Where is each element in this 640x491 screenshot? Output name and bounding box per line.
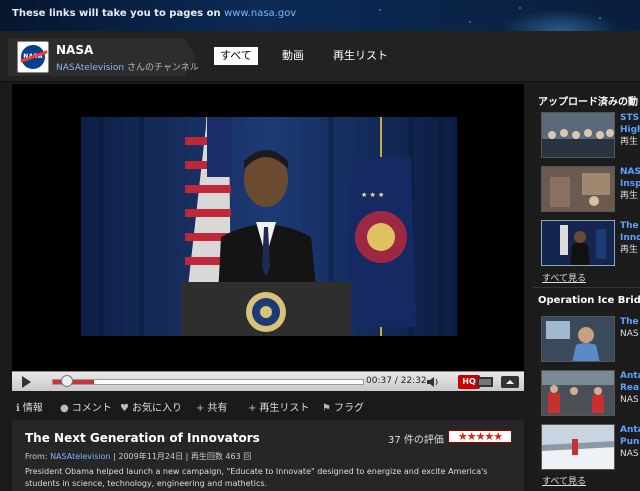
video-info-panel: The Next Generation of Innovators 37 件の評…	[12, 420, 524, 491]
heart-icon: ♥	[120, 403, 129, 414]
uploads-see-all-link[interactable]: すべて見る	[542, 271, 586, 284]
tab-all[interactable]: すべて	[214, 47, 258, 65]
flag-icon: ⚑	[322, 403, 331, 414]
screen-size-icon	[477, 377, 493, 387]
thumbnail-image	[542, 167, 614, 211]
channel-name[interactable]: NASA	[56, 43, 93, 57]
icebridge-see-all-link[interactable]: すべて見る	[542, 474, 586, 487]
channel-user-link[interactable]: NASAtelevision	[56, 63, 124, 73]
play-icon	[22, 376, 31, 388]
icebridge-thumb-2[interactable]	[541, 370, 615, 416]
uploads-thumb-3[interactable]	[541, 220, 615, 266]
uploads-label-3[interactable]: The Inno 再生	[620, 220, 640, 256]
window-size-button[interactable]	[474, 375, 496, 389]
uploads-thumb-1[interactable]	[541, 112, 615, 158]
video-title: The Next Generation of Innovators	[25, 431, 260, 445]
tab-playlists[interactable]: 再生リスト	[327, 47, 394, 65]
progress-bar[interactable]	[52, 379, 364, 385]
banner-text: These links will take you to pages on ww…	[12, 8, 297, 19]
thumbnail-image	[542, 221, 614, 265]
top-banner: These links will take you to pages on ww…	[0, 0, 640, 31]
plus-icon: +	[248, 403, 257, 414]
icebridge-thumb-3[interactable]	[541, 424, 615, 470]
icebridge-label-3[interactable]: AntaPunNAS	[620, 424, 640, 460]
playlist-tab[interactable]: + 再生リスト	[248, 399, 309, 414]
uploads-label-2[interactable]: NAS Insp 再生	[620, 166, 640, 202]
icebridge-thumb-1[interactable]	[541, 316, 615, 362]
speaker-icon	[427, 377, 438, 387]
star-rating[interactable]: ★★★★★	[448, 430, 512, 443]
banner-url-link[interactable]: www.nasa.gov	[224, 8, 296, 19]
thumbnail-image	[542, 371, 614, 415]
time-display: 00:37 / 22:32	[366, 376, 427, 386]
sidebar: アップロード済みの動 STSHigh再生 NASInsp再生 TheInno再生…	[532, 84, 640, 491]
video-meta: From: NASAtelevision | 2009年11月24日 | 再生回…	[25, 452, 252, 461]
video-scene: ★ ★ ★	[81, 117, 457, 336]
nasa-logo[interactable]: NASA	[17, 41, 49, 73]
rating-count: 37 件の評価	[388, 435, 444, 446]
tab-videos[interactable]: 動画	[276, 47, 310, 65]
info-tab[interactable]: ℹ 情報	[16, 399, 43, 414]
fullscreen-icon	[501, 376, 519, 388]
info-icon: ℹ	[16, 403, 20, 414]
player-controls: 00:37 / 22:32 HQ	[12, 371, 524, 391]
svg-text:★ ★ ★: ★ ★ ★	[361, 191, 384, 199]
thumbnail-image	[542, 113, 614, 157]
sidebar-divider	[532, 287, 640, 288]
fullscreen-button[interactable]	[499, 375, 521, 389]
uploads-label-1[interactable]: STSHigh再生	[620, 112, 640, 148]
flag-tab[interactable]: ⚑ フラグ	[322, 399, 364, 414]
thumbnail-image	[542, 425, 614, 469]
video-description: President Obama helped launch a new camp…	[25, 467, 488, 488]
plus-icon: +	[196, 403, 205, 414]
play-button[interactable]	[18, 375, 34, 389]
progress-handle[interactable]	[61, 375, 74, 387]
share-tab[interactable]: + 共有	[196, 399, 227, 414]
icebridge-label-2[interactable]: AntaReaNAS	[620, 370, 640, 406]
video-frame[interactable]: ★ ★ ★	[81, 117, 457, 336]
favorite-tab[interactable]: ♥ お気に入り	[120, 399, 182, 414]
channel-subtitle: NASAtelevision さんのチャンネル	[56, 63, 199, 73]
thumbnail-image	[542, 317, 614, 361]
volume-button[interactable]	[424, 375, 440, 389]
action-bar: ℹ 情報 ● コメント ♥ お気に入り + 共有 + 再生リスト ⚑ フラグ	[12, 394, 524, 418]
uploader-link[interactable]: NASAtelevision	[50, 452, 111, 461]
comment-icon: ●	[60, 403, 69, 414]
uploads-thumb-2[interactable]	[541, 166, 615, 212]
icebridge-label-1[interactable]: The NAS	[620, 316, 639, 340]
icebridge-section-title: Operation Ice Bridge	[538, 295, 640, 306]
uploads-section-title: アップロード済みの動	[538, 97, 638, 108]
comment-tab[interactable]: ● コメント	[60, 399, 112, 414]
channel-header	[0, 31, 640, 82]
